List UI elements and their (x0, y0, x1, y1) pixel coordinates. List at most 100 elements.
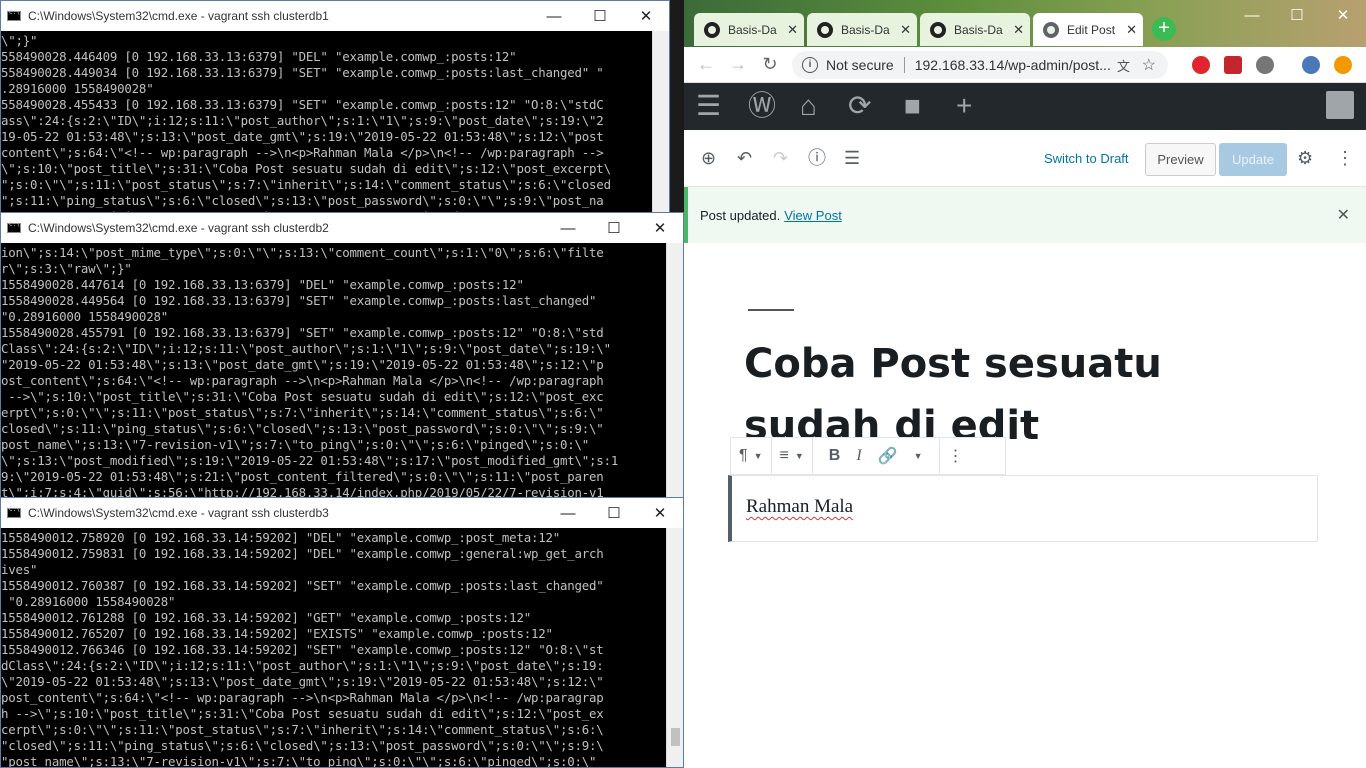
console-line: 1558490012.759831 [0 192.168.33.14:59202… (1, 546, 604, 561)
minimize-button[interactable]: — (545, 213, 591, 243)
link-icon[interactable]: 🔗 (870, 446, 906, 466)
dismiss-icon[interactable]: ✕ (1337, 205, 1350, 225)
comments-icon[interactable]: ■ (904, 91, 921, 121)
redo-icon[interactable]: ↷ (773, 148, 788, 168)
cmd-window-clusterdb3[interactable]: 1558490012.758920 [0 192.168.33.14:59202… (0, 497, 684, 768)
info-icon[interactable]: ⓘ (808, 148, 826, 168)
url-text[interactable]: 192.168.33.14/wp-admin/post... (915, 57, 1111, 73)
minimize-button[interactable]: — (1229, 0, 1275, 30)
console-line: 1558490012.760387 [0 192.168.33.14:59202… (1, 578, 604, 593)
maximize-button[interactable]: ☐ (591, 213, 637, 243)
github-icon (817, 21, 833, 38)
console-line: \";s:13:\"post_modified\";s:19:\"2019-05… (1, 453, 619, 468)
scrollbar[interactable] (666, 243, 683, 511)
title-bar[interactable]: C:\Windows\System32\cmd.exe - vagrant ss… (1, 498, 683, 528)
reload-icon[interactable]: ↻ (754, 54, 786, 75)
translate-icon[interactable]: 文 (1117, 56, 1130, 75)
add-block-icon[interactable]: ⊕ (701, 148, 716, 168)
settings-gear-icon[interactable]: ⚙ (1297, 148, 1313, 168)
console-line: erpt\";s:0:\"\";s:11:\"post_status\";s:7… (1, 405, 604, 420)
extension-icon[interactable] (1224, 56, 1242, 74)
close-tab-icon[interactable]: ✕ (787, 22, 798, 38)
new-content-icon[interactable]: + (956, 91, 972, 121)
maximize-button[interactable]: ☐ (591, 498, 637, 528)
block-type-switcher[interactable]: ¶ ▼ (731, 438, 772, 474)
console-line: "post_name\";s:13:\"7-revision-v1\";s:7:… (1, 754, 597, 767)
user-avatar[interactable] (1326, 91, 1354, 119)
console-line: ass\":24:{s:2:\"ID\";i:12;s:11:\"post_au… (1, 113, 604, 128)
tab-edit-post[interactable]: Edit Post ✕ (1033, 13, 1143, 46)
console-line: 1558490028.449564 [0 192.168.33.13:6379]… (1, 293, 597, 308)
minimize-button[interactable]: — (531, 1, 577, 31)
scrollbar-thumb[interactable] (671, 728, 680, 746)
console-line: ";s:0:\"\";s:11:\"post_status\";s:7:\"in… (1, 177, 611, 192)
outline-icon[interactable]: ☰ (844, 148, 860, 168)
tab-label: Basis-Da (728, 22, 777, 37)
more-options-icon[interactable]: ⋮ (1336, 148, 1354, 168)
cmd-output: 1558490012.758920 [0 192.168.33.14:59202… (1, 528, 666, 767)
info-icon[interactable]: i (802, 57, 818, 73)
undo-icon[interactable]: ↶ (737, 148, 752, 168)
separator (903, 57, 905, 73)
align-left-icon: ≡ (779, 447, 789, 464)
profile-avatar[interactable] (1302, 56, 1320, 74)
console-line: 1558490012.766346 [0 192.168.33.14:59202… (1, 642, 604, 657)
scrollbar[interactable] (652, 31, 669, 229)
cmd-icon (7, 506, 21, 518)
close-button[interactable]: ✕ (637, 498, 683, 528)
wordpress-logo-icon[interactable]: Ⓦ (748, 91, 776, 121)
console-line: \";}" (1, 33, 38, 48)
cmd-output: ion\";s:14:\"post_mime_type\";s:0:\"\";s… (1, 243, 666, 511)
bookmark-star-icon[interactable]: ☆ (1142, 55, 1156, 75)
github-icon (704, 21, 720, 38)
console-line: dClass\":24:{s:2:\"ID\";i:12;s:11:\"post… (1, 658, 604, 673)
preview-button[interactable]: Preview (1145, 143, 1216, 176)
omnibox[interactable]: i Not secure 192.168.33.14/wp-admin/post… (792, 51, 1168, 79)
menu-icon[interactable]: ☰ (696, 91, 721, 121)
cmd-window-clusterdb2[interactable]: ion\";s:14:\"post_mime_type\";s:0:\"\";s… (0, 212, 684, 512)
close-tab-icon[interactable]: ✕ (1013, 22, 1024, 38)
wp-admin-bar: ☰ Ⓦ ⌂ ⟳ ■ + (684, 83, 1366, 130)
cmd-window-clusterdb1[interactable]: \";}" 558490028.446409 [0 192.168.33.13:6… (0, 0, 670, 230)
title-bar[interactable]: C:\Windows\System32\cmd.exe - vagrant ss… (1, 213, 683, 243)
console-line: post_content\";s:64:\"<!-- wp:paragraph … (1, 690, 604, 705)
maximize-button[interactable]: ☐ (577, 1, 623, 31)
close-button[interactable]: ✕ (623, 1, 669, 31)
minimize-button[interactable]: — (545, 498, 591, 528)
tab-github-1[interactable]: Basis-Da ✕ (694, 13, 804, 46)
close-button[interactable]: ✕ (1320, 0, 1366, 30)
security-label: Not secure (826, 57, 894, 73)
italic-icon[interactable]: I (848, 447, 869, 465)
close-tab-icon[interactable]: ✕ (900, 22, 911, 38)
more-formats-icon[interactable]: ▼ (906, 451, 931, 461)
paragraph-text[interactable]: Rahman Mala (746, 496, 853, 517)
align-dropdown[interactable]: ≡ ▼ (772, 438, 813, 474)
console-line: closed\";s:11:\"ping_status\";s:6:\"clos… (1, 421, 604, 436)
alert-icon[interactable] (1334, 56, 1352, 74)
close-tab-icon[interactable]: ✕ (1126, 22, 1137, 38)
updates-icon[interactable]: ⟳ (848, 91, 871, 121)
scrollbar[interactable] (666, 528, 683, 767)
console-line: ives" (1, 562, 38, 577)
back-icon[interactable]: ← (690, 54, 722, 75)
tab-github-3[interactable]: Basis-Da ✕ (920, 13, 1030, 46)
block-more-options[interactable]: ⋮ (940, 438, 972, 474)
title-bar[interactable]: C:\Windows\System32\cmd.exe - vagrant ss… (1, 1, 669, 31)
extension-icon[interactable] (1192, 56, 1210, 74)
extension-icon[interactable] (1256, 56, 1274, 74)
view-post-link[interactable]: View Post (784, 208, 842, 223)
home-icon[interactable]: ⌂ (800, 91, 817, 121)
update-button[interactable]: Update (1219, 143, 1287, 176)
close-button[interactable]: ✕ (637, 213, 683, 243)
paragraph-block[interactable]: Rahman Mala (728, 475, 1318, 542)
forward-icon[interactable]: → (722, 54, 754, 75)
console-line: "2019-05-22 01:53:48\";s:13:\"post_date_… (1, 357, 604, 372)
switch-to-draft-button[interactable]: Switch to Draft (1044, 151, 1129, 166)
cmd-output: \";}" 558490028.446409 [0 192.168.33.13:6… (1, 31, 652, 229)
console-line: 1558490028.447614 [0 192.168.33.13:6379]… (1, 277, 524, 292)
console-line: -->\";s:10:\"post_title\";s:31:\"Coba Po… (1, 389, 604, 404)
maximize-button[interactable]: ☐ (1274, 0, 1320, 30)
new-tab-button[interactable]: + (1152, 17, 1176, 41)
tab-github-2[interactable]: Basis-Da ✕ (807, 13, 917, 46)
bold-icon[interactable]: B (821, 447, 849, 465)
